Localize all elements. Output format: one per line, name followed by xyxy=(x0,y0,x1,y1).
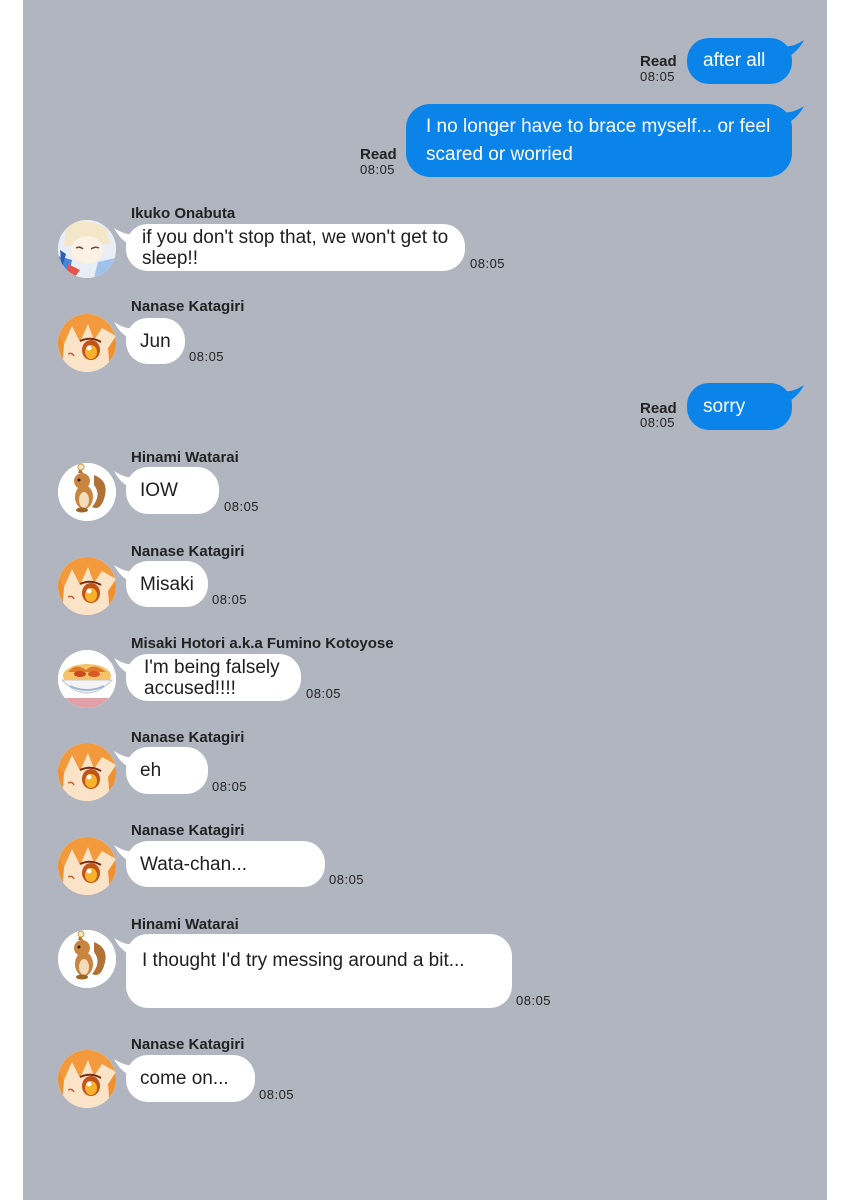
read-status: Read xyxy=(640,53,677,70)
message-bubble[interactable]: come on... xyxy=(126,1055,255,1102)
message-time: 08:05 xyxy=(640,69,676,84)
message-bubble[interactable]: eh xyxy=(126,747,208,794)
read-status: Read xyxy=(360,146,397,163)
chat-panel[interactable]: Read 08:05 after all Read 08:05 I no lon… xyxy=(23,0,827,1200)
message-time: 08:05 xyxy=(329,872,365,887)
message-bubble[interactable]: after all xyxy=(687,38,792,84)
sender-name: Hinami Watarai xyxy=(131,916,239,933)
nanase-avatar[interactable] xyxy=(58,837,116,895)
nanase-avatar[interactable] xyxy=(58,557,116,615)
message-time: 08:05 xyxy=(212,592,248,607)
avatar-image xyxy=(58,743,116,801)
bubble-tail-icon xyxy=(782,385,804,403)
bubble-tail-icon xyxy=(114,471,136,489)
message-bubble[interactable]: if you don't stop that, we won't get to … xyxy=(126,224,465,271)
message-time: 08:05 xyxy=(306,686,342,701)
avatar-image xyxy=(58,650,116,708)
sender-name: Misaki Hotori a.k.a Fumino Kotoyose xyxy=(131,635,394,652)
avatar-image xyxy=(58,314,116,372)
bubble-tail-icon xyxy=(114,845,136,863)
avatar-image xyxy=(58,837,116,895)
bubble-tail-icon xyxy=(114,228,136,246)
nanase-avatar[interactable] xyxy=(58,314,116,372)
message-bubble[interactable]: I'm being falsely accused!!!! xyxy=(126,654,301,701)
message-time: 08:05 xyxy=(189,349,225,364)
message-bubble[interactable]: sorry xyxy=(687,383,792,430)
message-time: 08:05 xyxy=(212,779,248,794)
avatar-image xyxy=(58,1050,116,1108)
sender-name: Nanase Katagiri xyxy=(131,1036,245,1053)
sender-name: Ikuko Onabuta xyxy=(131,205,236,222)
avatar-image xyxy=(58,220,116,278)
bubble-tail-icon xyxy=(114,751,136,769)
sender-name: Nanase Katagiri xyxy=(131,543,245,560)
bubble-tail-icon xyxy=(114,938,136,956)
message-bubble[interactable]: I thought I'd try messing around a bit..… xyxy=(126,934,512,1008)
message-bubble[interactable]: Wata-chan... xyxy=(126,841,325,887)
sender-name: Hinami Watarai xyxy=(131,449,239,466)
message-bubble[interactable]: IOW xyxy=(126,467,219,514)
sender-name: Nanase Katagiri xyxy=(131,298,245,315)
bubble-tail-icon xyxy=(114,322,136,340)
avatar-image xyxy=(58,463,116,521)
avatar-image xyxy=(58,930,116,988)
bubble-tail-icon xyxy=(782,40,804,58)
ikuko-avatar[interactable] xyxy=(58,220,116,278)
message-time: 08:05 xyxy=(224,499,260,514)
sender-name: Nanase Katagiri xyxy=(131,822,245,839)
message-bubble[interactable]: Jun xyxy=(126,318,185,364)
bubble-tail-icon xyxy=(782,106,804,124)
squirrel-avatar[interactable] xyxy=(58,463,116,521)
nanase-avatar[interactable] xyxy=(58,1050,116,1108)
squirrel-avatar[interactable] xyxy=(58,930,116,988)
bubble-tail-icon xyxy=(114,658,136,676)
food-avatar[interactable] xyxy=(58,650,116,708)
message-bubble[interactable]: I no longer have to brace myself... or f… xyxy=(406,104,792,177)
message-time: 08:05 xyxy=(259,1087,295,1102)
bubble-tail-icon xyxy=(114,565,136,583)
avatar-image xyxy=(58,557,116,615)
sender-name: Nanase Katagiri xyxy=(131,729,245,746)
message-time: 08:05 xyxy=(516,993,552,1008)
message-time: 08:05 xyxy=(640,415,676,430)
message-time: 08:05 xyxy=(360,162,396,177)
bubble-tail-icon xyxy=(114,1059,136,1077)
message-time: 08:05 xyxy=(470,256,506,271)
message-bubble[interactable]: Misaki xyxy=(126,561,208,607)
nanase-avatar[interactable] xyxy=(58,743,116,801)
